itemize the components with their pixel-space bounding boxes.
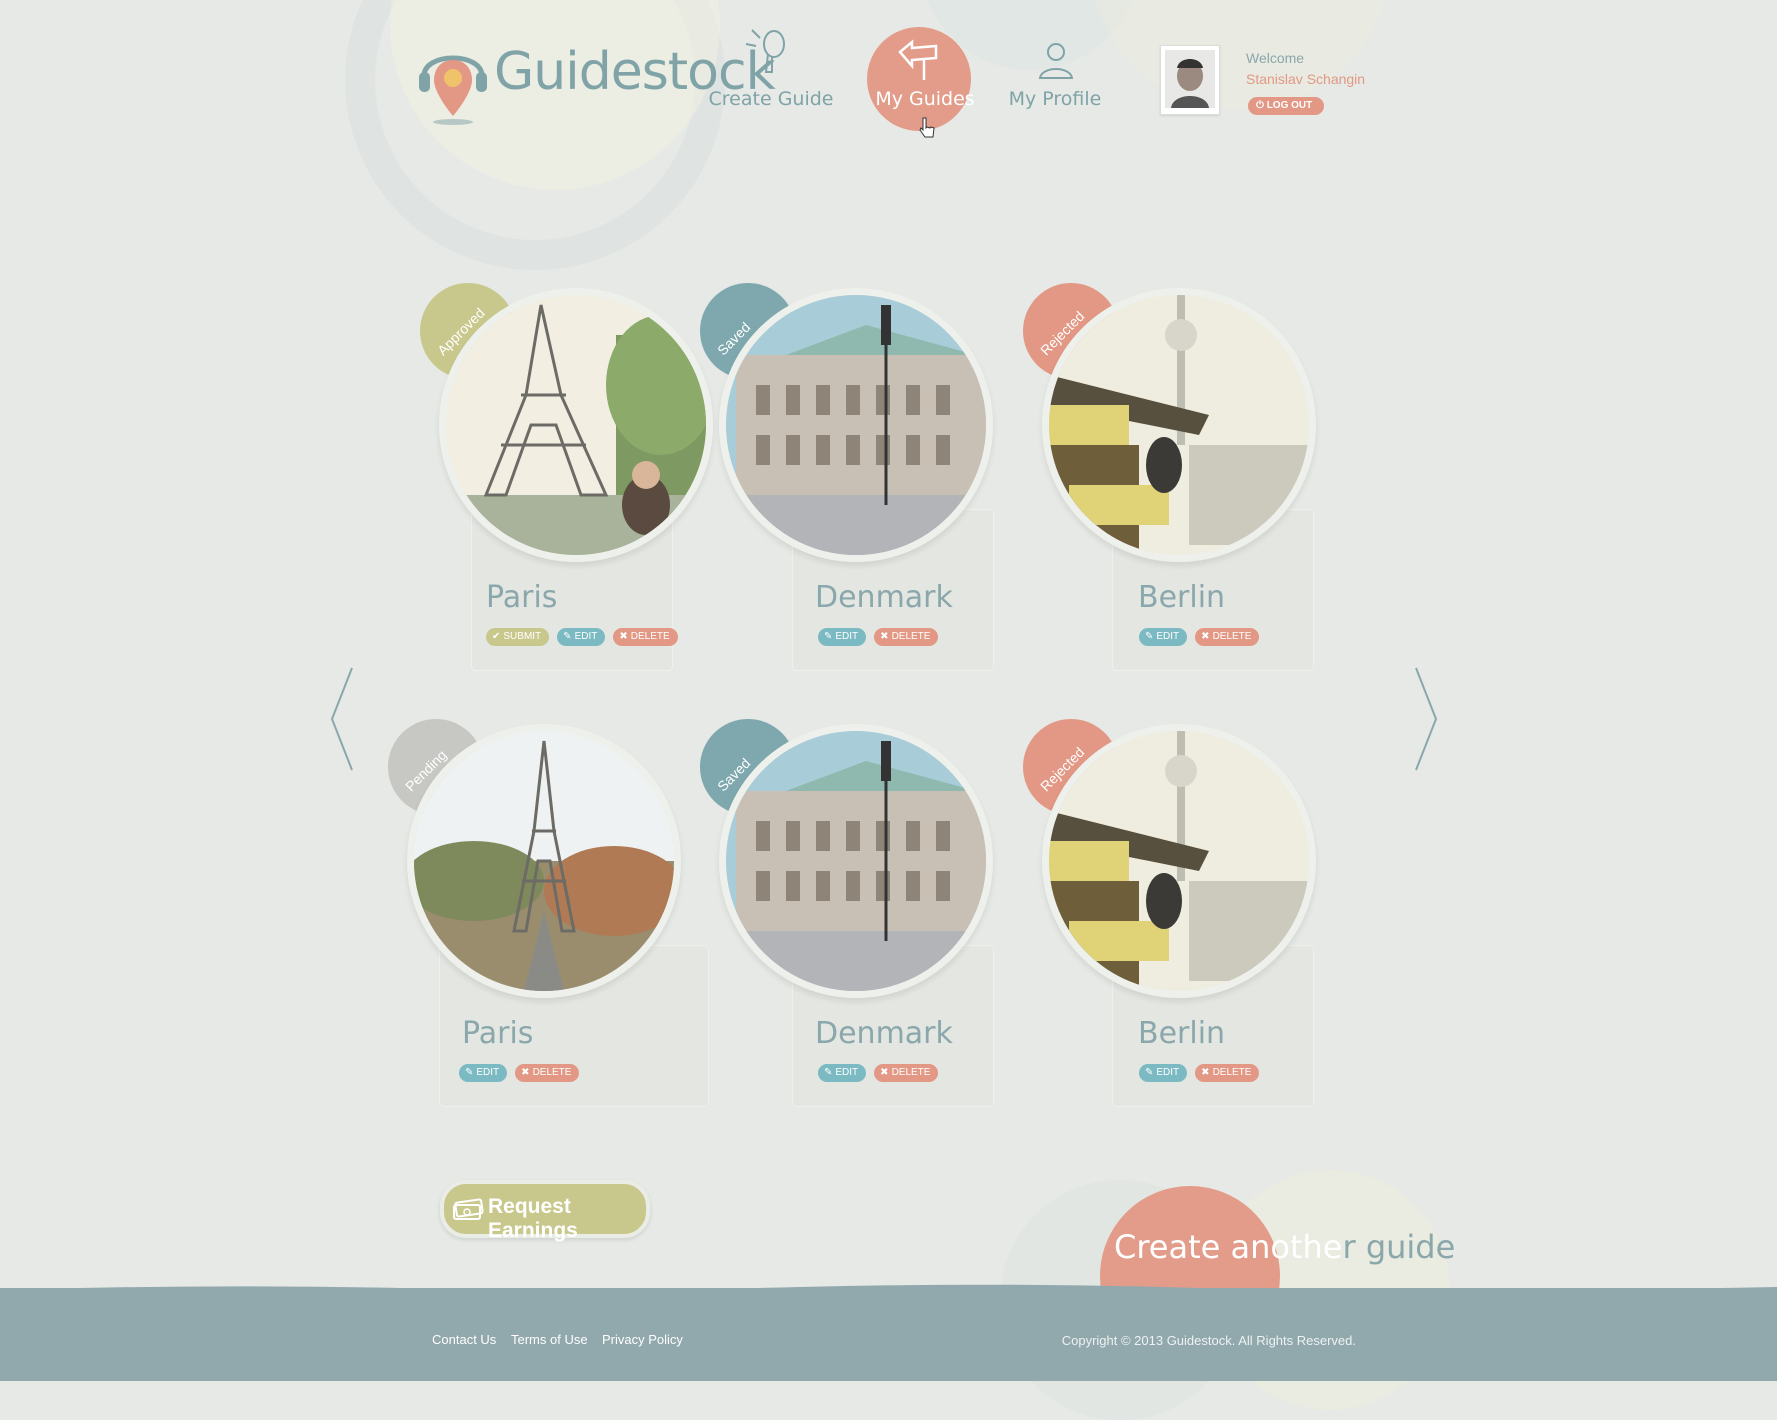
username[interactable]: Stanislav Schangin (1246, 71, 1365, 87)
guide-actions: ✎ EDIT ✖ DELETE (818, 628, 939, 646)
pencil-icon: ✎ (1145, 631, 1154, 642)
logo-pin-headphones-icon (419, 55, 487, 125)
guide-actions: ✎ EDIT ✖ DELETE (459, 1064, 580, 1082)
edit-button[interactable]: ✎ EDIT (818, 628, 867, 646)
guide-title[interactable]: Berlin (1138, 580, 1225, 615)
money-icon (453, 1198, 484, 1220)
edit-label: EDIT (476, 1067, 500, 1078)
x-icon: ✖ (1201, 1067, 1210, 1078)
pencil-icon: ✎ (824, 631, 833, 642)
eiffel-tower-photo[interactable] (439, 288, 713, 562)
delete-label: DELETE (1212, 1067, 1252, 1078)
tv-tower-photo[interactable] (1042, 288, 1316, 562)
submit-button[interactable]: ✔ SUBMIT (486, 628, 550, 646)
request-earnings-label: Request Earnings (488, 1195, 578, 1242)
pencil-icon: ✎ (1145, 1067, 1154, 1078)
guide-title[interactable]: Denmark (815, 580, 953, 615)
nav-my-guides[interactable]: My Guides (850, 20, 1000, 140)
create-another-label-part2: r guide (1342, 1228, 1456, 1266)
microphone-icon (745, 29, 785, 73)
edit-button[interactable]: ✎ EDIT (818, 1064, 867, 1082)
background-circle (1090, 0, 1390, 110)
guide-title[interactable]: Denmark (815, 1016, 953, 1051)
delete-button[interactable]: ✖ DELETE (874, 1064, 939, 1082)
pencil-icon: ✎ (465, 1067, 474, 1078)
guide-title[interactable]: Paris (486, 580, 557, 615)
delete-button[interactable]: ✖ DELETE (1195, 628, 1260, 646)
submit-label: SUBMIT (503, 631, 542, 642)
check-icon: ✔ (492, 631, 501, 642)
edit-button[interactable]: ✎ EDIT (459, 1064, 508, 1082)
request-earnings-button[interactable]: Request Earnings (440, 1180, 650, 1242)
nav-my-profile-label: My Profile (1008, 88, 1102, 110)
guide-actions: ✎ EDIT ✖ DELETE (1139, 628, 1260, 646)
opera-building-photo[interactable] (719, 724, 993, 998)
edit-label: EDIT (835, 1067, 859, 1078)
delete-button[interactable]: ✖ DELETE (515, 1064, 580, 1082)
nav-create-guide[interactable]: Create Guide (696, 20, 846, 140)
pencil-icon: ✎ (824, 1067, 833, 1078)
delete-label: DELETE (1212, 631, 1252, 642)
delete-button[interactable]: ✖ DELETE (1195, 1064, 1260, 1082)
x-icon: ✖ (880, 631, 889, 642)
eiffel-tower-park-photo[interactable] (407, 724, 681, 998)
delete-label: DELETE (532, 1067, 572, 1078)
create-another-label-part1: Create anothe (1114, 1228, 1343, 1266)
user-icon (1038, 43, 1074, 79)
footer-link-privacy[interactable]: Privacy Policy (602, 1332, 683, 1347)
welcome-text: Welcome (1246, 50, 1305, 66)
next-arrow-icon[interactable] (1410, 664, 1440, 774)
nav-create-guide-label: Create Guide (708, 88, 834, 110)
edit-button[interactable]: ✎ EDIT (557, 628, 606, 646)
x-icon: ✖ (521, 1067, 530, 1078)
tv-tower-photo[interactable] (1042, 724, 1316, 998)
footer-link-terms[interactable]: Terms of Use (511, 1332, 588, 1347)
x-icon: ✖ (880, 1067, 889, 1078)
nav-my-profile[interactable]: My Profile (980, 20, 1130, 140)
avatar[interactable] (1160, 45, 1220, 115)
prev-arrow-icon[interactable] (328, 664, 358, 774)
logout-button[interactable]: ⏻ LOG OUT (1248, 97, 1325, 115)
delete-label: DELETE (891, 1067, 931, 1078)
guide-title[interactable]: Berlin (1138, 1016, 1225, 1051)
pencil-icon: ✎ (563, 631, 572, 642)
nav-my-guides-label: My Guides (875, 88, 975, 110)
x-icon: ✖ (1201, 631, 1210, 642)
delete-button[interactable]: ✖ DELETE (874, 628, 939, 646)
power-icon: ⏻ (1256, 100, 1264, 111)
signpost-icon (898, 39, 938, 80)
edit-label: EDIT (574, 631, 598, 642)
edit-button[interactable]: ✎ EDIT (1139, 1064, 1188, 1082)
guide-actions: ✔ SUBMIT ✎ EDIT ✖ DELETE (486, 628, 678, 646)
copyright-text: Copyright © 2013 Guidestock. All Rights … (1061, 1333, 1356, 1348)
edit-label: EDIT (1156, 1067, 1180, 1078)
delete-label: DELETE (630, 631, 670, 642)
edit-button[interactable]: ✎ EDIT (1139, 628, 1188, 646)
delete-button[interactable]: ✖ DELETE (613, 628, 678, 646)
footer-link-contact[interactable]: Contact Us (432, 1332, 496, 1347)
footer: Contact Us Terms of Use Privacy Policy C… (0, 1284, 1777, 1381)
guide-actions: ✎ EDIT ✖ DELETE (818, 1064, 939, 1082)
edit-label: EDIT (1156, 631, 1180, 642)
avatar-photo (1165, 50, 1215, 108)
footer-wave (0, 1284, 1777, 1292)
edit-label: EDIT (835, 631, 859, 642)
x-icon: ✖ (619, 631, 628, 642)
opera-building-photo[interactable] (719, 288, 993, 562)
logout-label: LOG OUT (1266, 100, 1313, 111)
create-another-guide-link[interactable]: Create another guide (1114, 1228, 1455, 1266)
pointer-cursor-icon (919, 117, 935, 138)
guide-actions: ✎ EDIT ✖ DELETE (1139, 1064, 1260, 1082)
delete-label: DELETE (891, 631, 931, 642)
logo[interactable]: Guidestock (418, 38, 776, 128)
guide-title[interactable]: Paris (462, 1016, 533, 1051)
